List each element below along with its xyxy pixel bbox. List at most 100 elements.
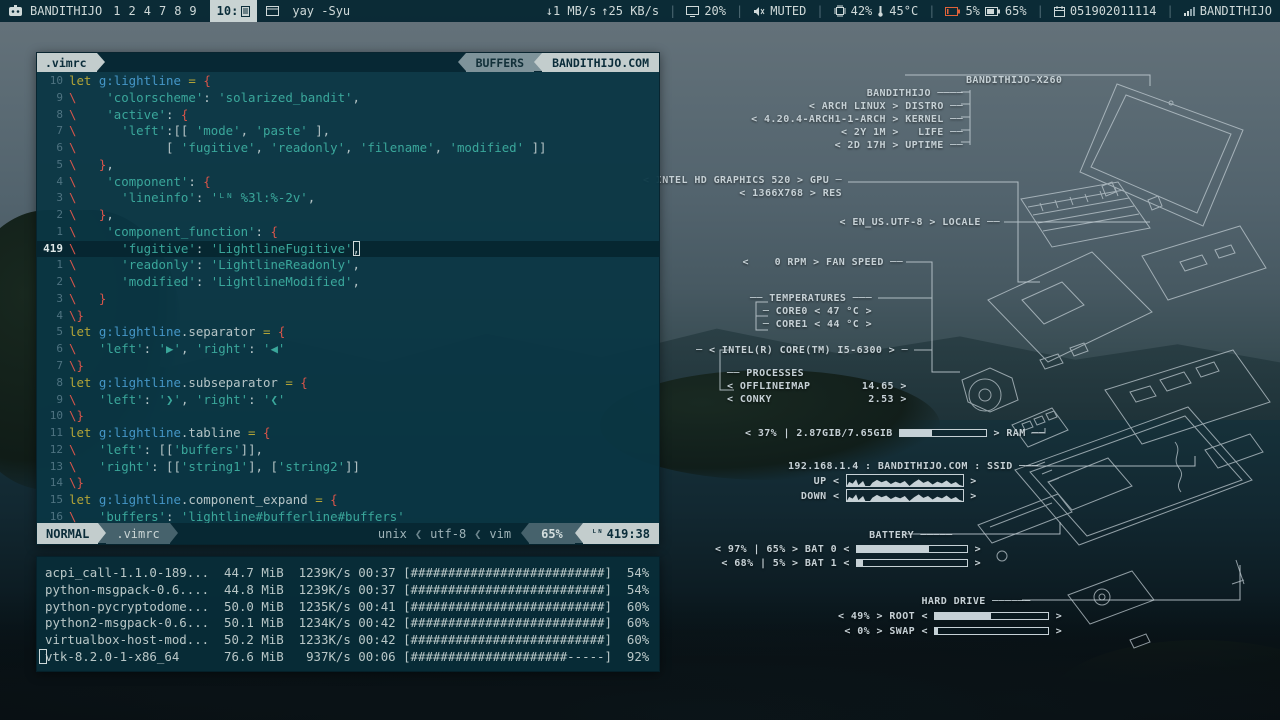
wifi-ssid: BANDITHIJO [1200, 4, 1272, 18]
vim-code-line: 7\} [37, 358, 659, 375]
statusline-fill [178, 523, 378, 544]
vim-editor-window[interactable]: .vimrc BUFFERS BANDITHIJO.COM 10let g:li… [36, 52, 660, 545]
vim-code-line: 8let g:lightline.subseparator = { [37, 375, 659, 392]
terminal-output-row: python-msgpack-0.6.... 44.8 MiB 1239K/s … [45, 582, 659, 599]
divider: | [1164, 4, 1177, 18]
line-number: 8 [37, 107, 69, 124]
memory-indicator: 42% 45°C [834, 4, 919, 18]
workspace-active[interactable]: 10: [210, 0, 258, 22]
line-number: 6 [37, 341, 69, 358]
divider: | [813, 4, 826, 18]
line-number: 2 [37, 207, 69, 224]
top-status-bar: BANDITHIJO 124789 10: yay -Syu ↓1 MB/s ↑… [0, 0, 1280, 22]
line-number: 6 [37, 140, 69, 157]
line-number: 7 [37, 123, 69, 140]
net-upload: ↑25 KB/s [601, 4, 659, 18]
robot-icon [8, 5, 23, 17]
temperature-value: 45°C [889, 4, 918, 18]
brightness-indicator: 20% [686, 4, 726, 18]
terminal-output-row: acpi_call-1.1.0-189... 44.7 MiB 1239K/s … [45, 565, 659, 582]
host-label: BANDITHIJO [30, 4, 102, 18]
line-number: 12 [37, 442, 69, 459]
vim-cursor: , [353, 241, 360, 256]
volume-indicator: MUTED [753, 4, 806, 18]
terminal-window[interactable]: acpi_call-1.1.0-189... 44.7 MiB 1239K/s … [36, 556, 660, 672]
vim-code-line: 8\ 'active': { [37, 107, 659, 124]
line-number: 4 [37, 174, 69, 191]
scroll-percent: 65% [529, 523, 575, 544]
divider: | [925, 4, 938, 18]
vim-tab-vimrc[interactable]: .vimrc [37, 53, 97, 72]
datetime-value: 051902011114 [1070, 4, 1157, 18]
chevron-left-icon: ❮ [474, 527, 481, 541]
line-number: 14 [37, 475, 69, 492]
thermometer-icon [877, 5, 884, 17]
workspace-2[interactable]: 2 [124, 4, 139, 18]
vim-code-line: 7\ 'left':[[ 'mode', 'paste' ], [37, 123, 659, 140]
focused-window-title: yay -Syu [292, 4, 350, 18]
vim-code-line: 12\ 'left': [['buffers']], [37, 442, 659, 459]
vim-code-line: 1\ 'component_function': { [37, 224, 659, 241]
vim-code-line: 2\ 'modified': 'LightlineModified', [37, 274, 659, 291]
vim-code-line: 15let g:lightline.component_expand = { [37, 492, 659, 509]
divider: | [1034, 4, 1047, 18]
cursor-position-value: 419:38 [607, 527, 650, 541]
vim-code-line: 16\ 'buffers': 'lightline#bufferline#buf… [37, 509, 659, 523]
vim-code-line: 5\ }, [37, 157, 659, 174]
vim-code-line: 9\ 'colorscheme': 'solarized_bandit', [37, 90, 659, 107]
line-number: 10 [37, 408, 69, 425]
line-number: 3 [37, 190, 69, 207]
vim-code-line: 11let g:lightline.tabline = { [37, 425, 659, 442]
line-number: 2 [37, 274, 69, 291]
vim-text-area[interactable]: 10let g:lightline = {9\ 'colorscheme': '… [37, 72, 659, 523]
vim-code-line: 4\ 'component': { [37, 174, 659, 191]
vim-tabline-site-label: BANDITHIJO.COM [542, 53, 659, 72]
workspace-4[interactable]: 4 [140, 4, 155, 18]
vim-code-line: 5let g:lightline.separator = { [37, 324, 659, 341]
line-number-icon: ᴸᴺ [592, 529, 603, 539]
vim-code-line: 2\ }, [37, 207, 659, 224]
statusline-arrow [521, 523, 529, 543]
line-number: 7 [37, 358, 69, 375]
workspace-1[interactable]: 1 [109, 4, 124, 18]
calendar-icon [1054, 6, 1065, 17]
chevron-left-icon: ❮ [415, 527, 422, 541]
workspace-7[interactable]: 7 [155, 4, 170, 18]
vim-code-line: 10let g:lightline = { [37, 73, 659, 90]
file-format: unix [378, 527, 407, 541]
workspace-9[interactable]: 9 [185, 4, 200, 18]
line-number: 419 [37, 241, 69, 258]
vim-code-line: 1\ 'readonly': 'LightlineReadonly', [37, 257, 659, 274]
wifi-indicator: BANDITHIJO [1184, 4, 1272, 18]
workspace-active-label: 10: [217, 4, 239, 18]
statusline-arrow [170, 523, 178, 543]
terminal-output-row: virtualbox-host-mod... 50.2 MiB 1233K/s … [45, 632, 659, 649]
workspace-8[interactable]: 8 [170, 4, 185, 18]
terminal-cursor [39, 649, 47, 664]
line-number: 9 [37, 90, 69, 107]
vim-code-line: 6\ [ 'fugitive', 'readonly', 'filename',… [37, 140, 659, 157]
battery-low-value: 5% [965, 4, 979, 18]
vim-code-line: 3\ 'lineinfo': 'ᴸᴺ %3l:%-2v', [37, 190, 659, 207]
battery-indicators: 5% 65% [945, 4, 1026, 18]
vim-code-line: 6\ 'left': '▶', 'right': '◀' [37, 341, 659, 358]
divider: | [666, 4, 679, 18]
brightness-value: 20% [704, 4, 726, 18]
terminal-output: acpi_call-1.1.0-189... 44.7 MiB 1239K/s … [45, 565, 659, 666]
signal-icon [1184, 6, 1195, 16]
line-number: 5 [37, 157, 69, 174]
vim-tabline-buffers-label: BUFFERS [466, 53, 534, 72]
volume-value: MUTED [770, 4, 806, 18]
vim-statusline-filename: .vimrc [106, 523, 169, 544]
line-number: 3 [37, 291, 69, 308]
file-encoding: utf-8 [430, 527, 466, 541]
line-number: 8 [37, 375, 69, 392]
vim-code-line: 10\} [37, 408, 659, 425]
vim-mode-indicator: NORMAL [37, 523, 98, 544]
terminal-output-row: vtk-8.2.0-1-x86_64 76.6 MiB 937K/s 00:06… [45, 649, 659, 666]
line-number: 13 [37, 459, 69, 476]
line-number: 1 [37, 224, 69, 241]
vim-code-line: 4\} [37, 308, 659, 325]
battery-main-value: 65% [1005, 4, 1027, 18]
battery-low-icon [945, 7, 960, 16]
